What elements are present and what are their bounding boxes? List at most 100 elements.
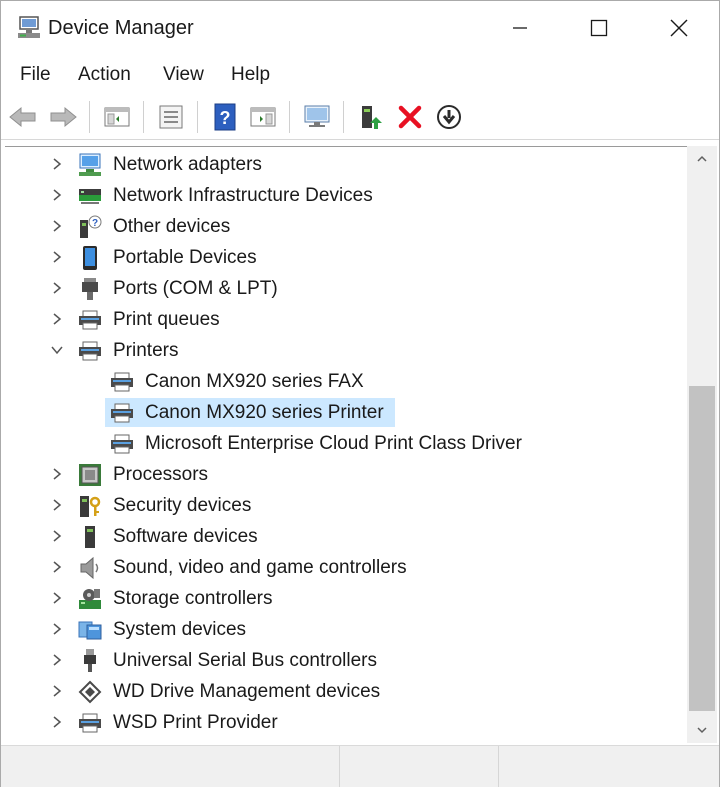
back-button[interactable] [7,101,39,133]
chevron-right-icon[interactable] [50,467,64,481]
tree-item-storage-controllers[interactable]: Storage controllers [5,583,687,614]
chevron-right-icon[interactable] [50,684,64,698]
minimize-button[interactable] [480,1,560,55]
action-pane-button[interactable] [247,101,279,133]
scroll-up-button[interactable] [687,146,717,172]
menu-help[interactable]: Help [231,63,270,87]
chevron-right-icon[interactable] [50,498,64,512]
storage-controller-icon [79,589,101,609]
window-title: Device Manager [48,17,194,39]
printer-icon [111,434,133,454]
tree-item-ports[interactable]: Ports (COM & LPT) [5,273,687,304]
scroll-thumb[interactable] [689,386,715,711]
forward-button[interactable] [47,101,79,133]
print-queue-icon [79,310,101,330]
chevron-right-icon[interactable] [50,250,64,264]
tree-item-canon-printer[interactable]: Canon MX920 series Printer [5,397,687,428]
tree-item-label: Print queues [113,309,220,330]
tree-item-label: Printers [113,340,179,361]
scroll-down-button[interactable] [687,717,717,743]
tree-item-portable-devices[interactable]: Portable Devices [5,242,687,273]
tree-item-label: Software devices [113,526,258,547]
chevron-right-icon[interactable] [50,622,64,636]
help-icon: ? [214,103,236,131]
close-icon [670,19,688,37]
status-pane-2 [340,746,499,787]
tree-item-network-adapters[interactable]: Network adapters [5,149,687,180]
tree-item-label: Canon MX920 series FAX [145,371,364,392]
maximize-icon [590,19,608,37]
scan-hardware-changes-button[interactable] [301,101,333,133]
tree-item-printers[interactable]: Printers [5,335,687,366]
tree-item-usb-controllers[interactable]: Universal Serial Bus controllers [5,645,687,676]
update-driver-icon [362,106,382,129]
tree-item-security-devices[interactable]: Security devices [5,490,687,521]
tree-item-canon-fax[interactable]: Canon MX920 series FAX [5,366,687,397]
chevron-right-icon[interactable] [50,529,64,543]
tree-item-label: Other devices [113,216,231,237]
tree-item-sound-video-game[interactable]: Sound, video and game controllers [5,552,687,583]
uninstall-device-icon [398,105,422,129]
tree-item-label: Microsoft Enterprise Cloud Print Class D… [145,433,522,454]
device-tree[interactable]: Network adapters Network Infrastructure … [5,146,687,744]
minimize-icon [513,27,527,29]
system-device-icon [78,621,102,640]
update-driver-button[interactable] [355,101,387,133]
chevron-up-icon [697,155,707,162]
tree-item-wsd-print-provider[interactable]: WSD Print Provider [5,707,687,738]
other-devices-icon: ? [80,215,102,238]
chevron-right-icon[interactable] [50,219,64,233]
tree-item-label: WD Drive Management devices [113,681,381,702]
tree-item-software-devices[interactable]: Software devices [5,521,687,552]
tree-item-system-devices[interactable]: System devices [5,614,687,645]
network-adapter-icon [79,153,101,176]
chevron-down-icon [697,727,707,734]
menu-file[interactable]: File [20,63,51,87]
status-bar [1,745,719,787]
maximize-button[interactable] [559,1,639,55]
show-hide-console-tree-button[interactable] [101,101,133,133]
properties-button[interactable] [155,101,187,133]
network-infrastructure-icon [79,189,101,204]
device-manager-window: Device Manager File Action View Help ? N… [0,0,720,787]
tree-item-print-queues[interactable]: Print queues [5,304,687,335]
tree-item-label: Ports (COM & LPT) [113,278,278,299]
chevron-right-icon[interactable] [50,281,64,295]
tree-item-label: Security devices [113,495,252,516]
chevron-right-icon[interactable] [50,560,64,574]
tree-item-ms-cloud-print[interactable]: Microsoft Enterprise Cloud Print Class D… [5,428,687,459]
menu-action[interactable]: Action [78,63,131,87]
speaker-icon [80,556,99,580]
close-button[interactable] [639,1,719,55]
chevron-right-icon[interactable] [50,157,64,171]
toolbar: ? [1,95,719,140]
tree-item-network-infrastructure[interactable]: Network Infrastructure Devices [5,180,687,211]
chevron-right-icon[interactable] [50,591,64,605]
help-button[interactable]: ? [209,101,241,133]
tree-item-label: Portable Devices [113,247,257,268]
svg-text:?: ? [92,218,98,229]
disable-device-button[interactable] [433,101,465,133]
forward-icon [50,106,77,128]
title-bar[interactable]: Device Manager [1,1,719,55]
port-icon [82,278,98,300]
printer-icon [79,713,101,733]
svg-text:?: ? [220,108,231,128]
chevron-right-icon[interactable] [50,715,64,729]
tree-item-wd-drive-management[interactable]: WD Drive Management devices [5,676,687,707]
tree-item-processors[interactable]: Processors [5,459,687,490]
software-device-icon [85,526,95,548]
chevron-right-icon[interactable] [50,312,64,326]
back-icon [9,106,36,128]
tree-item-label: Sound, video and game controllers [113,557,407,578]
chevron-right-icon[interactable] [50,188,64,202]
tree-item-other-devices[interactable]: ? Other devices [5,211,687,242]
action-pane-icon [250,107,276,127]
vertical-scrollbar[interactable] [687,146,717,743]
uninstall-device-button[interactable] [394,101,426,133]
tree-item-label: WSD Print Provider [113,712,278,733]
chevron-right-icon[interactable] [50,653,64,667]
status-pane-1 [1,746,340,787]
menu-view[interactable]: View [163,63,204,87]
chevron-down-icon[interactable] [50,343,64,357]
